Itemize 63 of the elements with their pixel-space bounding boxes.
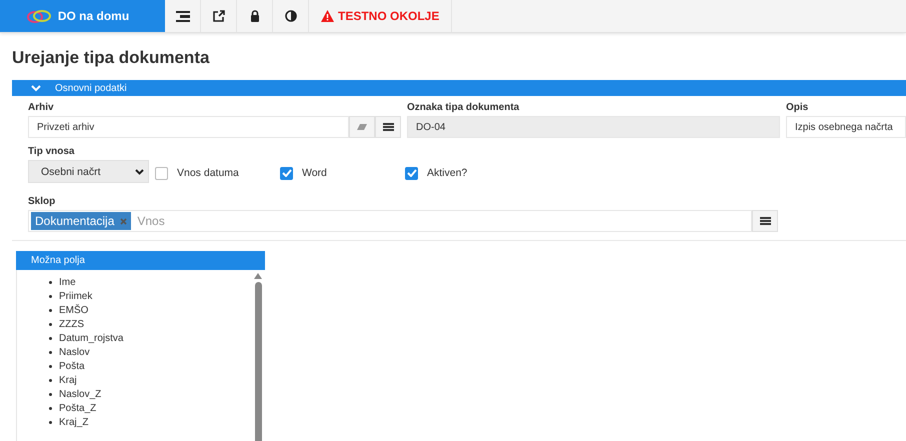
list-item: Kraj_Z [59, 416, 88, 428]
list-button[interactable] [375, 116, 401, 138]
bullet-icon [49, 378, 52, 382]
brand-logo-bar[interactable]: DO na domu [0, 0, 165, 32]
field-label: Opis [786, 102, 810, 113]
menu-toggle-button[interactable] [165, 0, 201, 32]
entry-type-select[interactable]: Osebni načrt [28, 160, 149, 183]
archive-field[interactable]: Privzeti arhiv [28, 116, 349, 138]
list-item: Datum_rojstva [59, 332, 124, 344]
checkbox-label: Word [302, 167, 327, 179]
list-icon [760, 217, 770, 225]
rings-logo-icon [26, 8, 52, 24]
lock-icon [250, 10, 260, 22]
tag: Dokumentacija [31, 212, 132, 230]
list-item: Ime [59, 276, 76, 288]
list-item: Pošta [59, 360, 85, 372]
field-label: Tip vnosa [28, 146, 76, 157]
bullet-icon [49, 322, 52, 326]
external-link-button[interactable] [201, 0, 237, 32]
page-title: Urejanje tipa dokumenta [11, 47, 210, 69]
bullet-icon [49, 308, 52, 312]
environment-warning: TESTNO OKOLJE [338, 9, 440, 23]
bullet-icon [49, 420, 52, 424]
scroll-up-arrow-icon[interactable] [254, 273, 262, 279]
list-item: Pošta_Z [59, 402, 96, 414]
bullet-icon [49, 392, 52, 396]
list-item: Naslov [59, 346, 90, 358]
description-field[interactable]: Izpis osebnega načrta [786, 116, 906, 138]
document-code-field[interactable]: DO-04 [407, 116, 780, 138]
contrast-icon [284, 10, 296, 22]
field-label: Arhiv [28, 102, 55, 113]
brand-name: DO na domu [58, 9, 130, 23]
bullet-icon [49, 294, 52, 298]
eraser-icon [357, 124, 367, 130]
panel-header: Možna polja [16, 251, 265, 270]
field-label: Oznaka tipa dokumenta [407, 102, 520, 113]
external-link-icon [212, 10, 224, 22]
section-header[interactable]: Osnovni podatki [12, 80, 906, 96]
bullet-icon [49, 350, 52, 354]
checkbox[interactable] [155, 166, 168, 180]
list-item: Naslov_Z [59, 388, 102, 400]
field-label: Sklop [28, 196, 56, 207]
remove-tag-icon[interactable] [120, 218, 128, 224]
contrast-button[interactable] [273, 0, 309, 32]
caret-icon [135, 168, 144, 174]
list-item: Priimek [59, 290, 92, 302]
checkbox[interactable] [280, 166, 293, 180]
list-icon [382, 123, 394, 131]
bullet-icon [49, 280, 52, 284]
bullet-icon [49, 406, 52, 410]
checkbox[interactable] [405, 166, 418, 180]
menu-icon [176, 10, 190, 22]
lock-button[interactable] [237, 0, 273, 32]
checkbox-label: Aktiven? [427, 167, 468, 179]
bullet-icon [49, 364, 52, 368]
list-item: Kraj [59, 374, 77, 386]
list-item: ZZZS [59, 318, 84, 330]
checkbox-label: Vnos datuma [177, 167, 239, 179]
bullet-icon [49, 336, 52, 340]
warning-icon [321, 10, 334, 22]
list-item: EMŠO [59, 304, 88, 316]
chevron-icon [31, 84, 41, 92]
list-button[interactable] [752, 210, 778, 232]
